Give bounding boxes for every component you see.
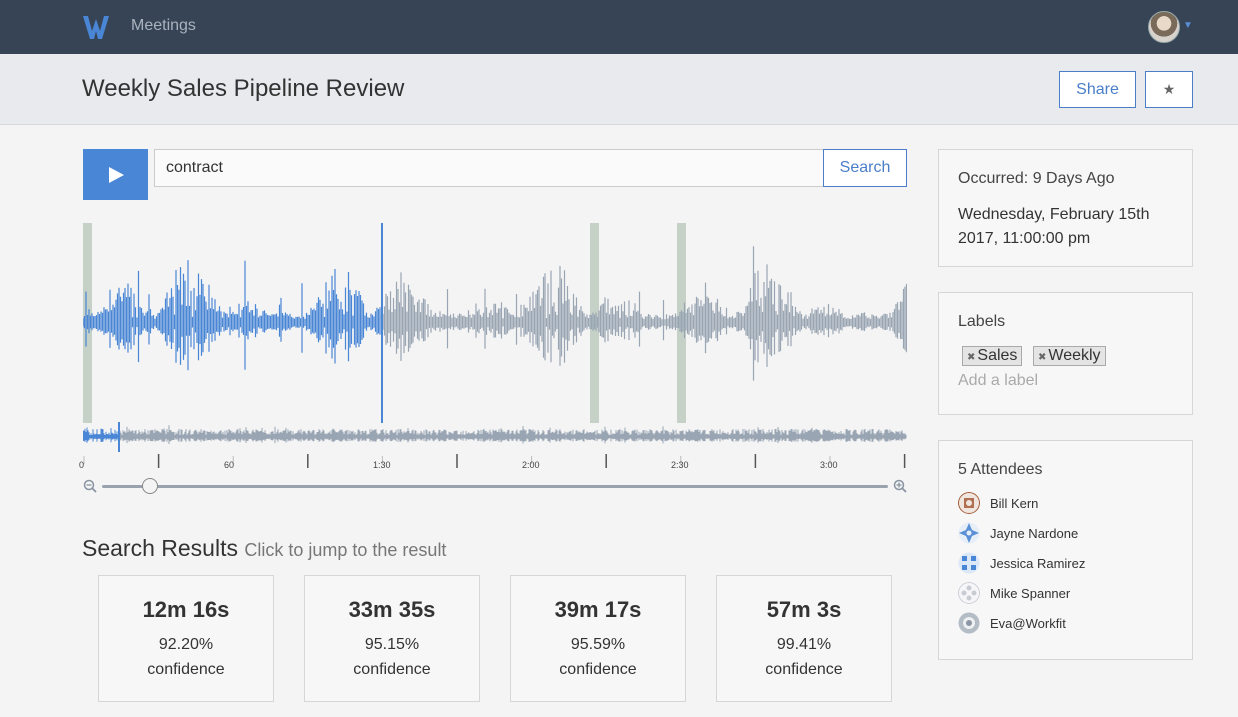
label-tag-text: Weekly	[1048, 347, 1101, 364]
result-confidence-label: confidence	[147, 661, 225, 678]
occurred-text: Occurred: 9 Days Ago	[958, 170, 1115, 187]
user-avatar[interactable]	[1148, 11, 1180, 43]
search-result-card[interactable]: 33m 35s 95.15% confidence	[304, 575, 480, 702]
timeline-tick-label: 60	[224, 460, 235, 470]
result-confidence-value: 95.15%	[364, 636, 420, 653]
share-button[interactable]: Share	[1059, 71, 1136, 108]
result-time: 57m 3s	[766, 597, 842, 622]
attendee-name: Bill Kern	[990, 496, 1039, 511]
search-results-heading: Search Results Click to jump to the resu…	[82, 535, 446, 562]
timeline-tick-label: 0	[79, 460, 85, 470]
attendee-avatar-icon	[958, 582, 980, 604]
audio-waveform[interactable]	[83, 223, 907, 423]
overview-playhead	[118, 422, 120, 452]
result-confidence-label: confidence	[765, 661, 843, 678]
zoom-in-icon[interactable]	[893, 479, 907, 493]
attendee-avatar-icon	[958, 612, 980, 634]
label-tag-text: Sales	[977, 347, 1018, 364]
remove-label-icon[interactable]: ✖	[967, 352, 975, 363]
play-button[interactable]	[83, 149, 148, 200]
overview-unplayed	[118, 425, 907, 444]
result-confidence-label: confidence	[559, 661, 637, 678]
zoom-slider-handle[interactable]	[142, 478, 158, 494]
meeting-datetime: Wednesday, February 15th 2017, 11:00:00 …	[958, 206, 1150, 247]
attendee-avatar-icon	[958, 492, 980, 514]
chevron-down-icon[interactable]: ▼	[1183, 20, 1193, 31]
attendee-name: Mike Spanner	[990, 586, 1071, 601]
search-results-subtitle: Click to jump to the result	[244, 540, 447, 560]
search-result-card[interactable]: 39m 17s 95.59% confidence	[510, 575, 686, 702]
remove-label-icon[interactable]: ✖	[1038, 352, 1046, 363]
label-tag[interactable]: ✖ Weekly	[1033, 346, 1106, 366]
attendee-name: Jessica Ramirez	[990, 556, 1086, 571]
search-result-card[interactable]: 57m 3s 99.41% confidence	[716, 575, 892, 702]
timeline-tick-label: 3:00	[820, 460, 838, 470]
timeline-tick-label: 1:30	[373, 460, 391, 470]
timeline-axis: 0 60 1:30 2:00 2:30 3:00	[79, 452, 907, 474]
star-button[interactable]: ★	[1145, 71, 1193, 108]
attendee-avatar-icon	[958, 552, 980, 574]
add-label-input[interactable]: Add a label	[958, 372, 1038, 390]
attendee-name: Jayne Nardone	[990, 526, 1079, 541]
search-results-title: Search Results	[82, 535, 238, 561]
page-title: Weekly Sales Pipeline Review	[82, 75, 405, 102]
waveform-played	[83, 260, 381, 371]
nav-meetings-link[interactable]: Meetings	[131, 17, 196, 35]
zoom-slider-track[interactable]	[102, 485, 888, 488]
playhead[interactable]	[381, 223, 383, 423]
attendee-avatar-icon	[958, 522, 980, 544]
search-input[interactable]: contract	[154, 149, 824, 187]
workfit-logo-icon[interactable]	[82, 13, 110, 41]
timeline-tick-label: 2:00	[522, 460, 540, 470]
result-confidence-value: 92.20%	[158, 636, 214, 653]
result-time: 39m 17s	[554, 597, 642, 622]
result-confidence-label: confidence	[353, 661, 431, 678]
waveform-overview[interactable]	[83, 422, 907, 452]
result-confidence-value: 95.59%	[570, 636, 626, 653]
labels-title: Labels	[958, 313, 1006, 330]
label-tag[interactable]: ✖ Sales	[962, 346, 1023, 366]
waveform-unplayed	[380, 246, 907, 381]
result-time: 33m 35s	[348, 597, 436, 622]
timeline-tick-label: 2:30	[671, 460, 689, 470]
result-confidence-value: 99.41%	[776, 636, 832, 653]
attendee-name: Eva@Workfit	[990, 616, 1066, 631]
result-time: 12m 16s	[142, 597, 230, 622]
zoom-out-icon[interactable]	[83, 479, 97, 493]
search-result-card[interactable]: 12m 16s 92.20% confidence	[98, 575, 274, 702]
attendees-title: 5 Attendees	[958, 461, 1043, 478]
play-icon	[109, 167, 124, 183]
search-button[interactable]: Search	[823, 149, 907, 187]
overview-played	[83, 427, 119, 443]
